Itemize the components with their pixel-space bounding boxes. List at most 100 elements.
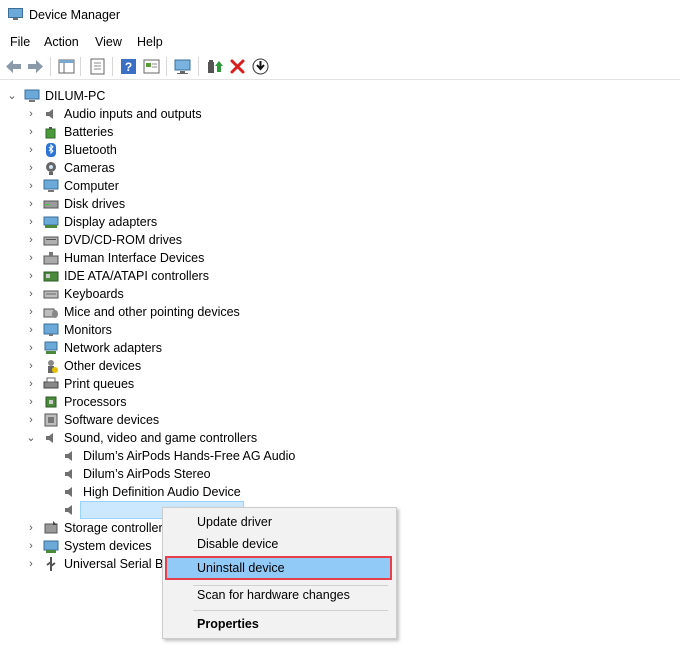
menu-uninstall-device[interactable]: Uninstall device xyxy=(163,557,396,579)
chevron-down-icon[interactable]: ⌄ xyxy=(6,87,18,105)
tree-item-label: Storage controllers xyxy=(64,521,169,535)
tree-item-label: High Definition Audio Device xyxy=(83,485,241,499)
tree-category-item[interactable]: › Bluetooth xyxy=(0,141,300,159)
mouse-icon xyxy=(43,308,58,318)
properties-icon[interactable] xyxy=(88,57,107,76)
menu-update-driver[interactable]: Update driver xyxy=(163,511,396,533)
chevron-right-icon[interactable]: › xyxy=(25,393,37,411)
chevron-right-icon[interactable]: › xyxy=(25,177,37,195)
tree-item-label: Dilum’s AirPods Stereo xyxy=(83,467,211,481)
chevron-right-icon[interactable]: › xyxy=(25,321,37,339)
menu-help[interactable]: Help xyxy=(137,35,163,49)
help-icon[interactable]: ? xyxy=(119,57,138,76)
menu-properties[interactable]: Properties xyxy=(163,613,396,635)
tree-category-item[interactable]: › Computer xyxy=(0,177,300,195)
tree-category-item[interactable]: › IDE ATA/ATAPI controllers xyxy=(0,267,300,285)
system-devices-icon xyxy=(43,540,59,553)
chevron-right-icon[interactable]: › xyxy=(25,357,37,375)
keyboard-icon xyxy=(43,290,59,299)
tree-category-item[interactable]: › DVD/CD-ROM drives xyxy=(0,231,300,249)
back-arrow-icon[interactable] xyxy=(4,57,23,76)
ide-controller-icon xyxy=(43,271,59,282)
tree-category-item[interactable]: › Batteries xyxy=(0,123,300,141)
tree-category-item[interactable]: › Print queues xyxy=(0,375,300,393)
tree-category-item[interactable]: › Software devices xyxy=(0,411,300,429)
chevron-right-icon[interactable]: › xyxy=(25,105,37,123)
chevron-right-icon[interactable]: › xyxy=(25,141,37,159)
tree-device-item[interactable]: Dilum’s AirPods Hands-Free AG Audio xyxy=(0,447,300,465)
menu-file[interactable]: File xyxy=(10,35,30,49)
chevron-right-icon[interactable]: › xyxy=(25,267,37,285)
forward-arrow-icon[interactable] xyxy=(26,57,45,76)
tree-item-label: Other devices xyxy=(64,359,142,373)
chevron-right-icon[interactable]: › xyxy=(25,285,37,303)
chevron-right-icon[interactable]: › xyxy=(25,231,37,249)
menu-separator xyxy=(193,610,388,611)
speaker-icon xyxy=(65,469,72,479)
tree-item-label: Network adapters xyxy=(64,341,162,355)
chevron-right-icon[interactable]: › xyxy=(25,555,37,573)
software-device-icon xyxy=(44,413,58,427)
chevron-right-icon[interactable]: › xyxy=(25,303,37,321)
tree-item-label: Processors xyxy=(64,395,127,409)
uninstall-x-icon[interactable] xyxy=(228,57,247,76)
dvd-drive-icon xyxy=(43,236,59,246)
tree-category-item[interactable]: › Disk drives xyxy=(0,195,300,213)
update-driver-label: Update driver xyxy=(197,515,273,529)
chevron-right-icon[interactable]: › xyxy=(25,195,37,213)
speaker-icon xyxy=(65,487,72,497)
tree-category-item[interactable]: › Network adapters xyxy=(0,339,300,357)
tree-item-label: Audio inputs and outputs xyxy=(64,107,202,121)
menu-scan-hardware[interactable]: Scan for hardware changes xyxy=(163,584,396,606)
chevron-right-icon[interactable]: › xyxy=(25,123,37,141)
tree-category-item[interactable]: › Mice and other pointing devices xyxy=(0,303,300,321)
menu-action[interactable]: Action xyxy=(44,35,79,49)
chevron-right-icon[interactable]: › xyxy=(25,375,37,393)
tree-category-item[interactable]: › Audio inputs and outputs xyxy=(0,105,300,123)
monitor-scan-icon[interactable] xyxy=(173,57,192,76)
tree-category-item[interactable]: › Other devices xyxy=(0,357,300,375)
chevron-right-icon[interactable]: › xyxy=(25,249,37,267)
update-driver-icon[interactable] xyxy=(205,57,224,76)
toolbar-separator xyxy=(166,57,167,76)
tree-category-item[interactable]: › Cameras xyxy=(0,159,300,177)
download-icon[interactable] xyxy=(251,57,270,76)
chevron-right-icon[interactable]: › xyxy=(25,519,37,537)
toolbar-separator xyxy=(50,57,51,76)
tree-category-item[interactable]: › Keyboards xyxy=(0,285,300,303)
speaker-icon xyxy=(65,451,72,461)
view-icon[interactable] xyxy=(142,57,161,76)
chevron-down-icon[interactable]: ⌄ xyxy=(25,429,37,447)
scan-hardware-label: Scan for hardware changes xyxy=(197,588,350,602)
chevron-right-icon[interactable]: › xyxy=(25,213,37,231)
printer-icon xyxy=(43,377,59,389)
speaker-icon xyxy=(46,109,53,119)
tree-device-item[interactable]: Dilum’s AirPods Stereo xyxy=(0,465,300,483)
hid-icon xyxy=(43,252,59,265)
show-hide-tree-icon[interactable] xyxy=(57,57,76,76)
storage-controller-icon xyxy=(44,521,58,534)
chevron-right-icon[interactable]: › xyxy=(25,411,37,429)
tree-item-label: System devices xyxy=(64,539,152,553)
chevron-right-icon[interactable]: › xyxy=(25,159,37,177)
window-title: Device Manager xyxy=(29,8,121,22)
tree-category-item[interactable]: › Display adapters xyxy=(0,213,300,231)
menu-view[interactable]: View xyxy=(95,35,122,49)
tree-item-label: Mice and other pointing devices xyxy=(64,305,240,319)
tree-item-label: Dilum’s AirPods Hands-Free AG Audio xyxy=(83,449,296,463)
tree-category-item[interactable]: › Monitors xyxy=(0,321,300,339)
tree-category-item[interactable]: ⌄ Sound, video and game controllers xyxy=(0,429,300,447)
tree-device-item[interactable]: High Definition Audio Device xyxy=(0,483,300,501)
chevron-right-icon[interactable]: › xyxy=(25,339,37,357)
tree-category-item[interactable]: › Human Interface Devices xyxy=(0,249,300,267)
tree-item-label: Print queues xyxy=(64,377,135,391)
computer-icon xyxy=(43,179,59,192)
tree-item-label: Sound, video and game controllers xyxy=(64,431,258,445)
chevron-right-icon[interactable]: › xyxy=(25,537,37,555)
tree-category-item[interactable]: › Processors xyxy=(0,393,300,411)
device-manager-icon xyxy=(8,8,23,20)
tree-item-label: IDE ATA/ATAPI controllers xyxy=(64,269,209,283)
tree-root[interactable]: ⌄ DILUM-PC xyxy=(0,87,300,105)
menu-disable-device[interactable]: Disable device xyxy=(163,533,396,555)
root-label: DILUM-PC xyxy=(45,89,106,103)
